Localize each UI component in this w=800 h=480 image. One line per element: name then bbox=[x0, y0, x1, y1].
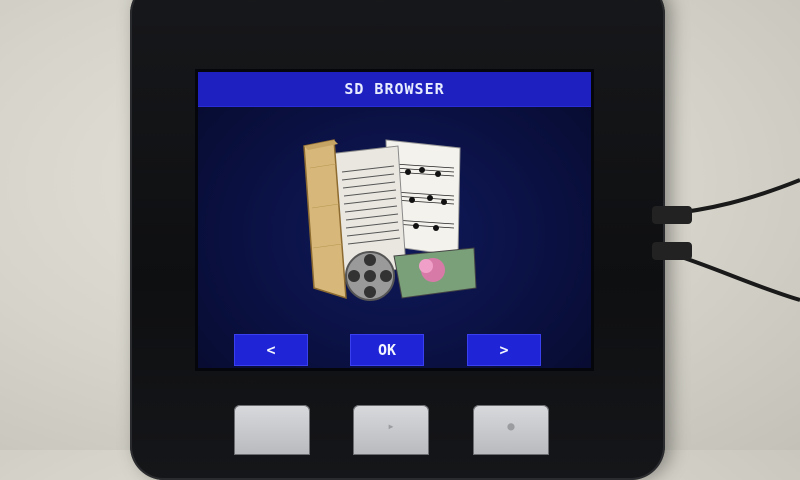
screen-title: SD BROWSER bbox=[344, 80, 445, 98]
title-bar: SD BROWSER bbox=[198, 72, 591, 107]
hardware-button-b[interactable]: ▸ bbox=[353, 405, 429, 455]
prev-button[interactable]: < bbox=[234, 334, 308, 366]
button-b-mark-icon: ▸ bbox=[387, 419, 395, 433]
usb-cable bbox=[652, 178, 800, 302]
hardware-button-c[interactable]: ● bbox=[473, 405, 549, 455]
folder-media-icon bbox=[303, 139, 477, 301]
chevron-right-icon: > bbox=[499, 341, 509, 359]
button-c-mark-icon: ● bbox=[507, 419, 515, 433]
ok-button[interactable]: OK bbox=[350, 334, 424, 366]
next-button[interactable]: > bbox=[467, 334, 541, 366]
hardware-button-a[interactable] bbox=[234, 405, 310, 455]
lcd-screen: SD BROWSER < OK > bbox=[198, 72, 591, 368]
chevron-left-icon: < bbox=[266, 341, 276, 359]
ok-button-label: OK bbox=[377, 341, 397, 359]
